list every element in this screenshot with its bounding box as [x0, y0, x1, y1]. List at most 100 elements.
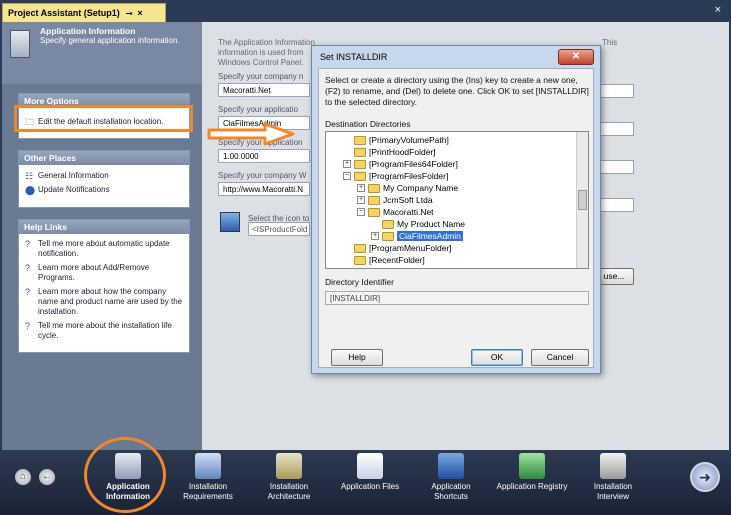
- tree-node-label: CiaFilmesAdmin: [397, 231, 463, 241]
- tree-node[interactable]: + My Company Name: [357, 182, 458, 194]
- close-icon[interactable]: ×: [137, 8, 142, 18]
- nav-installation-architecture[interactable]: Installation Architecture: [253, 453, 325, 502]
- other-places-title: Other Places: [19, 151, 189, 165]
- tree-node[interactable]: + [ProgramFiles64Folder]: [343, 158, 458, 170]
- nav-label: Application Shortcuts: [431, 482, 471, 501]
- tree-node-label: My Company Name: [383, 183, 459, 193]
- set-installdir-dialog: Set INSTALLDIR ✕ Select or create a dire…: [311, 45, 601, 374]
- help-link[interactable]: ? Learn more about how the company name …: [19, 285, 189, 319]
- help-button[interactable]: Help: [331, 349, 383, 366]
- folder-icon: [382, 219, 394, 229]
- tree-node-label: [RecentFolder]: [369, 255, 425, 265]
- folder-icon: [368, 207, 380, 217]
- scroll-thumb[interactable]: [578, 190, 587, 210]
- update-notifications-link[interactable]: ⬤ Update Notifications: [19, 183, 189, 197]
- next-icon[interactable]: ➜: [690, 462, 720, 492]
- destination-directories-label: Destination Directories: [325, 119, 411, 129]
- architecture-icon: [276, 453, 302, 479]
- left-pane: Application Information Specify general …: [2, 22, 202, 450]
- window-close-icon[interactable]: ×: [715, 4, 721, 16]
- expand-icon[interactable]: +: [357, 196, 365, 204]
- tree-node-label: Macoratti.Net: [383, 207, 434, 217]
- tree-node[interactable]: [PrimaryVolumePath]: [354, 134, 449, 146]
- expand-icon[interactable]: +: [343, 160, 351, 168]
- update-notifications-label: Update Notifications: [38, 185, 110, 194]
- home-icon[interactable]: ⌂: [14, 468, 32, 486]
- page-title: Application Information: [40, 26, 136, 36]
- nav-installation-interview[interactable]: Installation Interview: [577, 453, 649, 502]
- arrow-annotation: [207, 122, 295, 146]
- version-field[interactable]: 1.00.0000: [218, 149, 310, 163]
- tree-node[interactable]: [RecentFolder]: [354, 254, 425, 266]
- tree-node-label: [ProgramFilesFolder]: [369, 171, 449, 181]
- tree-node-label: [ProgramMenuFolder]: [369, 243, 452, 253]
- interview-icon: [600, 453, 626, 479]
- tab-title: Project Assistant (Setup1): [8, 8, 120, 18]
- ok-button[interactable]: OK: [471, 349, 523, 366]
- nav-label: Application Files: [340, 482, 400, 491]
- shortcuts-icon: [438, 453, 464, 479]
- other-places-panel: Other Places ☷ General Information ⬤ Upd…: [18, 150, 190, 208]
- general-information-link[interactable]: ☷ General Information: [19, 165, 189, 183]
- help-icon: ?: [25, 287, 31, 297]
- dialog-body: Select or create a directory using the (…: [318, 68, 594, 368]
- tree-node-label: [ProgramFiles64Folder]: [369, 159, 458, 169]
- pin-icon[interactable]: ⊸: [126, 9, 133, 18]
- tree-node-label: [PrintHoodFolder]: [369, 147, 436, 157]
- company-field[interactable]: Macoratti.Net: [218, 83, 310, 97]
- tree-node[interactable]: − [ProgramFilesFolder]: [343, 170, 448, 182]
- registry-icon: [519, 453, 545, 479]
- directory-identifier-field[interactable]: [INSTALLDIR]: [325, 291, 589, 305]
- page-subtitle: Specify general application information.: [40, 36, 180, 45]
- folder-icon: [354, 135, 366, 145]
- title-bar: Project Assistant (Setup1) ⊸ × ×: [0, 0, 731, 22]
- folder-icon: [368, 183, 380, 193]
- highlight-box: [14, 105, 193, 132]
- tree-node-label: My Product Name: [397, 219, 466, 229]
- folder-icon: [354, 159, 366, 169]
- tree-node[interactable]: − Macoratti.Net: [357, 206, 434, 218]
- nav-label: Installation Requirements: [183, 482, 233, 501]
- tree-node-selected[interactable]: + CiaFilmesAdmin: [371, 230, 463, 242]
- website-field[interactable]: http://www.Macoratti.N: [218, 182, 310, 196]
- tree-node[interactable]: [PrintHoodFolder]: [354, 146, 436, 158]
- directory-identifier-label: Directory Identifier: [325, 277, 394, 287]
- requirements-icon: [195, 453, 221, 479]
- help-links-title: Help Links: [19, 220, 189, 234]
- product-icon: [220, 212, 240, 232]
- back-icon[interactable]: ←: [38, 468, 56, 486]
- help-link[interactable]: ? Tell me more about automatic update no…: [19, 234, 189, 261]
- collapse-icon[interactable]: −: [343, 172, 351, 180]
- tab-project-assistant[interactable]: Project Assistant (Setup1) ⊸ ×: [2, 3, 166, 22]
- tree-node[interactable]: My Product Name: [382, 218, 465, 230]
- icon-field[interactable]: <ISProductFold: [248, 222, 310, 236]
- tree-scrollbar[interactable]: [576, 132, 588, 268]
- nav-application-registry[interactable]: Application Registry: [496, 453, 568, 492]
- folder-icon: [354, 255, 366, 265]
- list-icon: ☷: [25, 171, 34, 181]
- nav-installation-requirements[interactable]: Installation Requirements: [172, 453, 244, 502]
- help-link[interactable]: ? Tell me more about the installation li…: [19, 319, 189, 343]
- nav-label: Installation Interview: [593, 482, 633, 501]
- folder-icon: [354, 171, 366, 181]
- tree-node[interactable]: + JcmSoft Ltda: [357, 194, 433, 206]
- dialog-close-button[interactable]: ✕: [558, 49, 594, 65]
- dialog-instructions: Select or create a directory using the (…: [325, 75, 589, 107]
- update-icon: ⬤: [25, 185, 36, 195]
- files-icon: [357, 453, 383, 479]
- tree-node-label: [PrimaryVolumePath]: [369, 135, 449, 145]
- nav-application-files[interactable]: Application Files: [334, 453, 406, 492]
- nav-application-shortcuts[interactable]: Application Shortcuts: [415, 453, 487, 502]
- nav-label: Application Registry: [496, 482, 568, 491]
- expand-icon[interactable]: +: [357, 184, 365, 192]
- collapse-icon[interactable]: −: [357, 208, 365, 216]
- folder-icon: [354, 147, 366, 157]
- tree-node[interactable]: [ProgramMenuFolder]: [354, 242, 452, 254]
- expand-icon[interactable]: +: [371, 232, 379, 240]
- help-links-panel: Help Links ? Tell me more about automati…: [18, 219, 190, 353]
- cancel-button[interactable]: Cancel: [531, 349, 589, 366]
- help-icon: ?: [25, 263, 31, 273]
- help-link-label: Tell me more about the installation life…: [38, 321, 172, 340]
- directory-tree[interactable]: [PrimaryVolumePath] [PrintHoodFolder] + […: [325, 131, 589, 269]
- help-link[interactable]: ? Learn more about Add/Remove Programs.: [19, 261, 189, 285]
